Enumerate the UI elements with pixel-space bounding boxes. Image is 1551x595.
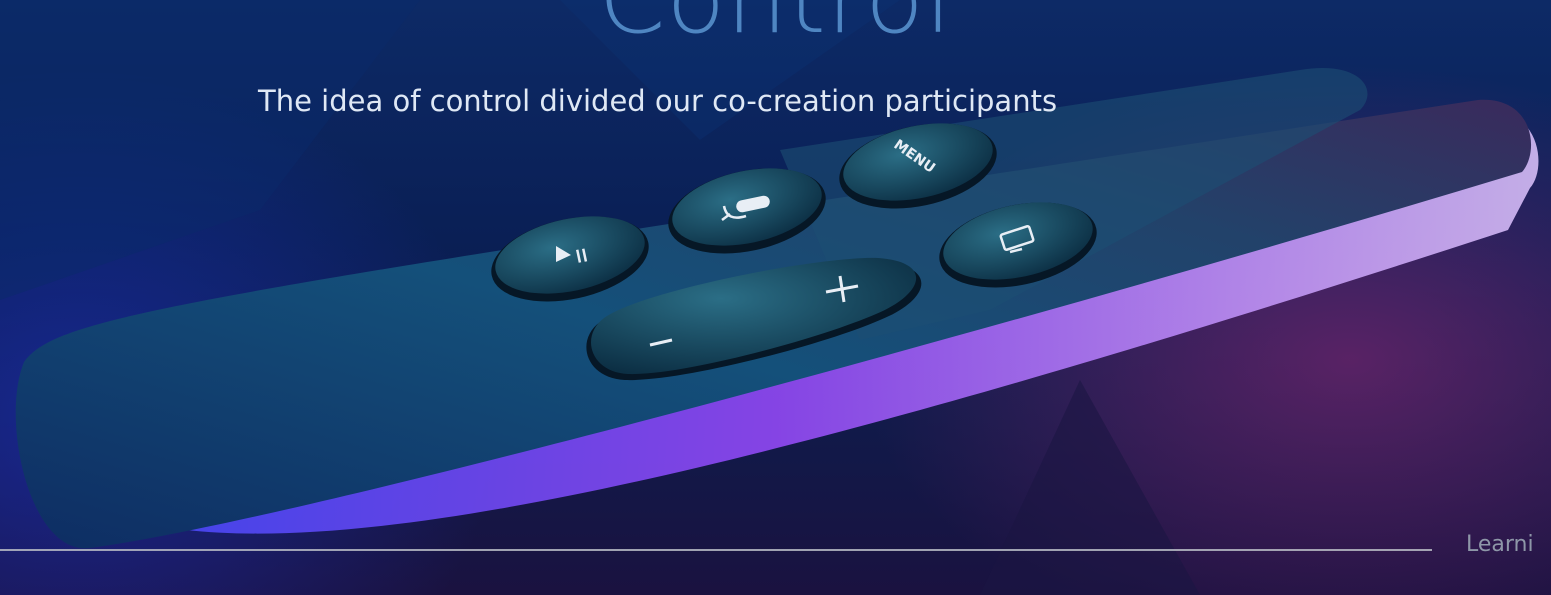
footer-label: Learni [1466,532,1534,557]
hero-background-photo: MENU Control The idea of control divided [0,0,1551,595]
footer-divider [0,549,1432,551]
slide-title: Control [0,0,1551,57]
slide-subtitle: The idea of control divided our co-creat… [258,84,1058,118]
